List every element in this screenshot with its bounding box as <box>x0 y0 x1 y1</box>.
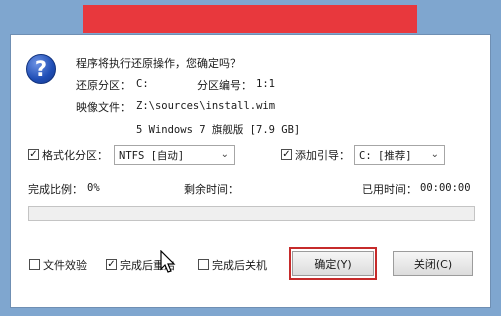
elapsed-label: 已用时间： <box>362 183 417 196</box>
image-file-label: 映像文件： <box>76 101 131 114</box>
confirm-question: 程序将执行还原操作，您确定吗？ <box>76 57 241 70</box>
check-mark-icon: ✓ <box>29 148 38 160</box>
format-partition-checkbox[interactable]: ✓ <box>28 149 39 160</box>
chevron-down-icon: ⌄ <box>220 149 229 160</box>
partition-number-label: 分区编号： <box>197 79 252 92</box>
ok-button[interactable]: 确定(Y) <box>292 251 374 276</box>
check-mark-icon: ✓ <box>107 258 116 270</box>
boot-select-value: C: [推荐] <box>359 149 412 162</box>
restore-partition-label: 还原分区： <box>76 79 131 92</box>
chevron-down-icon: ⌄ <box>430 149 439 160</box>
check-mark-icon: ✓ <box>282 148 291 160</box>
shutdown-checkbox[interactable] <box>198 259 209 270</box>
file-verify-label: 文件效验 <box>43 259 87 272</box>
add-boot-label: 添加引导： <box>295 149 350 162</box>
question-icon: ? <box>26 54 56 84</box>
title-bar[interactable] <box>83 5 417 33</box>
boot-select[interactable]: C: [推荐] ⌄ <box>354 145 445 165</box>
ratio-value: 0% <box>87 182 100 194</box>
restart-checkbox[interactable]: ✓ <box>106 259 117 270</box>
format-select[interactable]: NTFS [自动] ⌄ <box>114 145 235 165</box>
image-file-path: Z:\sources\install.wim <box>136 100 276 112</box>
progress-bar <box>28 206 475 221</box>
restore-partition-value: C: <box>136 78 149 90</box>
add-boot-checkbox[interactable]: ✓ <box>281 149 292 160</box>
partition-number-value: 1:1 <box>256 78 275 90</box>
ratio-label: 完成比例： <box>28 183 83 196</box>
file-verify-checkbox[interactable] <box>29 259 40 270</box>
close-button[interactable]: 关闭(C) <box>393 251 473 276</box>
remaining-label: 剩余时间： <box>184 183 239 196</box>
image-detail: 5 Windows 7 旗舰版 [7.9 GB] <box>136 124 301 136</box>
elapsed-value: 00:00:00 <box>420 182 471 194</box>
format-partition-label: 格式化分区： <box>42 149 108 162</box>
arrow-cursor-icon <box>160 250 176 273</box>
format-select-value: NTFS [自动] <box>119 149 185 162</box>
shutdown-label: 完成后关机 <box>212 259 267 272</box>
